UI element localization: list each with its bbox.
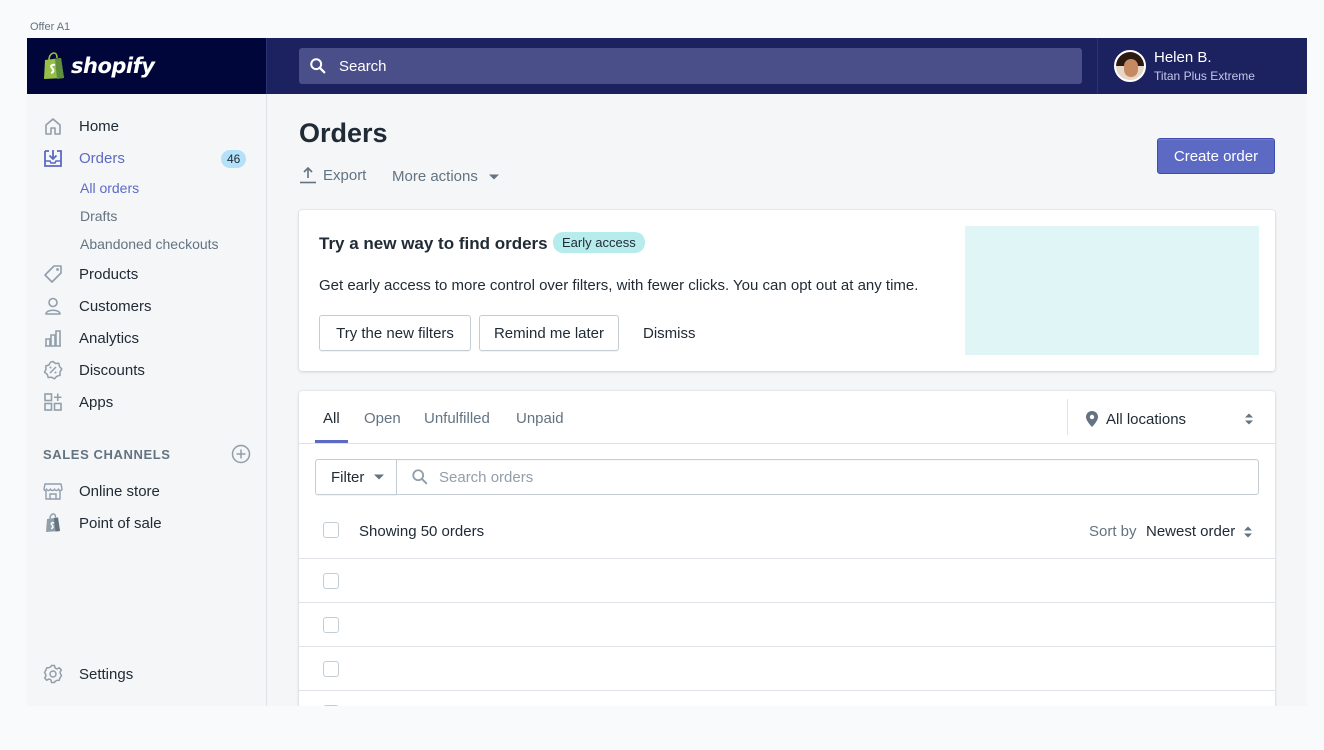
caret-down-icon xyxy=(488,174,499,179)
user-menu[interactable]: Helen B. Titan Plus Extreme xyxy=(1097,38,1307,94)
tab-all[interactable]: All xyxy=(323,410,340,427)
sidebar-item-online-store[interactable]: Online store xyxy=(27,475,267,507)
sidebar-item-label: Analytics xyxy=(79,329,140,347)
person-icon xyxy=(45,297,61,315)
sidebar: Home Orders 46 All orders Drafts Abandon… xyxy=(27,94,267,706)
shopify-bag-icon xyxy=(44,52,64,79)
early-access-card: Try a new way to find orders Early acces… xyxy=(299,210,1275,371)
filter-button[interactable]: Filter xyxy=(315,459,397,495)
promo-illustration xyxy=(965,226,1259,355)
sidebar-item-analytics[interactable]: Analytics xyxy=(27,322,267,354)
pos-icon xyxy=(46,513,60,532)
table-row-divider xyxy=(299,602,1275,603)
top-bar: shopify Search Helen B. Titan Plus Extre… xyxy=(27,38,1307,94)
search-orders-placeholder: Search orders xyxy=(439,468,534,486)
sidebar-item-label: Online store xyxy=(79,482,160,500)
sort-label: Sort by xyxy=(1089,523,1137,540)
store-name: Titan Plus Extreme xyxy=(1154,69,1255,83)
sidebar-item-label: Products xyxy=(79,265,139,283)
row-checkbox[interactable] xyxy=(323,661,339,677)
create-order-button[interactable]: Create order xyxy=(1157,138,1275,174)
user-name: Helen B. xyxy=(1154,49,1212,66)
location-divider xyxy=(1067,399,1068,435)
location-pin-icon xyxy=(1086,411,1098,427)
showing-count: Showing 50 orders xyxy=(359,523,485,540)
export-icon xyxy=(300,166,316,184)
try-new-filters-button[interactable]: Try the new filters xyxy=(319,315,471,351)
sidebar-item-label: Orders xyxy=(79,149,125,167)
location-value: All locations xyxy=(1106,410,1187,428)
sidebar-subitem-abandoned-checkouts[interactable]: Abandoned checkouts xyxy=(80,236,219,252)
row-checkbox[interactable] xyxy=(323,705,339,706)
search-icon xyxy=(412,469,428,485)
tab-unpaid[interactable]: Unpaid xyxy=(516,410,564,427)
table-row-divider xyxy=(299,646,1275,647)
sidebar-item-label: Point of sale xyxy=(79,514,162,532)
location-select[interactable]: All locations xyxy=(1085,410,1254,428)
select-arrows-icon xyxy=(1244,526,1253,537)
search-icon xyxy=(310,58,326,74)
caret-down-icon xyxy=(374,474,385,480)
export-label: Export xyxy=(323,166,367,184)
dismiss-button[interactable]: Dismiss xyxy=(643,325,696,342)
sidebar-item-discounts[interactable]: Discounts xyxy=(27,354,267,386)
orders-icon xyxy=(44,150,62,167)
tag-icon xyxy=(44,265,62,283)
export-button[interactable]: Export xyxy=(299,166,366,184)
shopify-logo[interactable]: shopify xyxy=(27,38,267,94)
filter-label: Filter xyxy=(331,468,365,486)
sidebar-item-label: Discounts xyxy=(79,361,145,379)
tab-unfulfilled[interactable]: Unfulfilled xyxy=(424,410,490,427)
sidebar-item-customers[interactable]: Customers xyxy=(27,290,267,322)
more-actions-button[interactable]: More actions xyxy=(392,168,500,185)
sidebar-item-home[interactable]: Home xyxy=(27,110,267,142)
tab-open[interactable]: Open xyxy=(364,410,401,427)
promo-title: Try a new way to find orders xyxy=(319,234,548,253)
gear-icon xyxy=(43,664,63,684)
sidebar-item-label: Customers xyxy=(79,297,152,315)
sidebar-item-orders[interactable]: Orders 46 xyxy=(27,142,267,174)
brand-name: shopify xyxy=(71,54,155,78)
shopify-admin: shopify Search Helen B. Titan Plus Extre… xyxy=(27,38,1307,706)
sidebar-item-label: Apps xyxy=(79,393,114,411)
sidebar-subitem-all-orders[interactable]: All orders xyxy=(80,180,139,196)
tabs-divider xyxy=(299,443,1275,444)
sort-value: Newest order xyxy=(1146,523,1236,540)
table-row-divider xyxy=(299,690,1275,691)
discount-icon xyxy=(43,360,63,380)
orders-count-badge: 46 xyxy=(221,150,247,168)
remind-me-later-button[interactable]: Remind me later xyxy=(479,315,619,351)
global-search[interactable]: Search xyxy=(299,48,1082,84)
select-all-checkbox[interactable] xyxy=(323,522,339,538)
avatar xyxy=(1114,50,1146,82)
sidebar-item-point-of-sale[interactable]: Point of sale xyxy=(27,507,267,539)
sidebar-subitem-drafts[interactable]: Drafts xyxy=(80,208,117,224)
more-actions-label: More actions xyxy=(392,168,478,185)
sidebar-item-settings[interactable]: Settings xyxy=(27,658,267,690)
sidebar-item-apps[interactable]: Apps xyxy=(27,386,267,418)
sort-select[interactable]: Newest order xyxy=(1146,523,1253,540)
table-row-divider xyxy=(299,558,1275,559)
apps-icon xyxy=(44,393,62,411)
frame-label: Offer A1 xyxy=(30,21,71,33)
search-placeholder: Search xyxy=(339,57,387,75)
sidebar-item-label: Home xyxy=(79,117,120,135)
search-orders-input[interactable]: Search orders xyxy=(396,459,1259,495)
orders-list-card: All Open Unfulfilled Unpaid All location… xyxy=(299,391,1275,706)
page-title: Orders xyxy=(299,118,388,148)
sidebar-item-products[interactable]: Products xyxy=(27,258,267,290)
add-sales-channel-icon[interactable] xyxy=(231,444,251,464)
sidebar-item-label: Settings xyxy=(79,665,134,683)
row-checkbox[interactable] xyxy=(323,617,339,633)
row-checkbox[interactable] xyxy=(323,573,339,589)
home-icon xyxy=(45,118,61,135)
store-icon xyxy=(43,483,63,500)
select-arrows-icon xyxy=(1245,413,1254,425)
promo-description: Get early access to more control over fi… xyxy=(319,277,919,294)
bar-chart-icon xyxy=(45,330,61,347)
sales-channels-title: SALES CHANNELS xyxy=(43,447,171,462)
early-access-badge: Early access xyxy=(553,232,645,253)
